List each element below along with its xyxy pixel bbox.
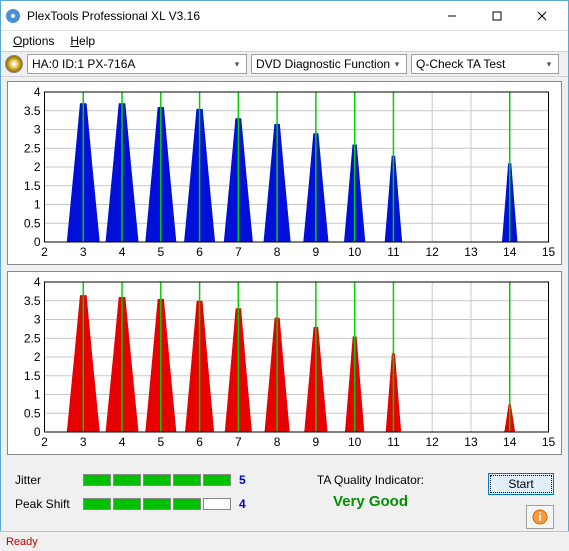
ta-label: TA Quality Indicator: [267, 473, 474, 487]
svg-text:7: 7 [235, 435, 242, 449]
svg-text:0.5: 0.5 [24, 406, 41, 420]
svg-text:0: 0 [34, 425, 41, 439]
device-select[interactable]: HA:0 ID:1 PX-716A ▾ [27, 54, 247, 74]
jitter-row: Jitter 5 [15, 473, 253, 487]
svg-text:2: 2 [41, 245, 48, 259]
svg-text:0: 0 [34, 235, 41, 249]
menubar: Options Help [1, 31, 568, 51]
disc-icon [5, 55, 23, 73]
svg-text:4: 4 [34, 275, 41, 289]
svg-text:2.5: 2.5 [24, 141, 41, 155]
svg-text:5: 5 [157, 435, 164, 449]
svg-text:1.5: 1.5 [24, 369, 41, 383]
button-column: Start i [488, 473, 554, 529]
metrics: Jitter 5 Peak Shift 4 [15, 473, 253, 511]
svg-text:6: 6 [196, 435, 203, 449]
jitter-value: 5 [239, 473, 253, 487]
functions-select[interactable]: DVD Diagnostic Functions ▾ [251, 54, 407, 74]
functions-select-label: DVD Diagnostic Functions [256, 57, 390, 71]
svg-text:4: 4 [119, 435, 126, 449]
test-select[interactable]: Q-Check TA Test ▾ [411, 54, 559, 74]
svg-text:15: 15 [542, 435, 556, 449]
segment [83, 474, 111, 486]
svg-text:10: 10 [348, 435, 362, 449]
segment [203, 474, 231, 486]
toolbar: HA:0 ID:1 PX-716A ▾ DVD Diagnostic Funct… [1, 51, 568, 77]
svg-text:i: i [538, 510, 541, 524]
maximize-button[interactable] [474, 1, 519, 30]
ta-value: Very Good [267, 493, 474, 510]
segment [143, 498, 171, 510]
chart-bottom: 0 0.5 1 1.5 2 2.5 3 3.5 4 2 3 4 5 6 7 8 9 10 11 12 13 14 15 [7, 271, 562, 455]
svg-text:4: 4 [34, 85, 41, 99]
bottom-panel: Jitter 5 Peak Shift 4 TA Quality Indicat… [1, 465, 568, 537]
svg-text:14: 14 [503, 435, 517, 449]
svg-text:3: 3 [80, 435, 87, 449]
svg-text:3.5: 3.5 [24, 294, 41, 308]
minimize-button[interactable] [429, 1, 474, 30]
svg-text:2: 2 [34, 350, 41, 364]
segment [143, 474, 171, 486]
segment [203, 498, 231, 510]
jitter-bar [83, 474, 231, 486]
svg-text:8: 8 [274, 435, 281, 449]
svg-text:9: 9 [313, 435, 320, 449]
status-text: Ready [6, 536, 38, 548]
svg-text:11: 11 [387, 245, 400, 259]
close-button[interactable] [519, 1, 564, 30]
segment [113, 474, 141, 486]
jitter-label: Jitter [15, 473, 75, 487]
svg-text:0.5: 0.5 [24, 216, 41, 230]
titlebar: PlexTools Professional XL V3.16 [1, 1, 568, 31]
chart-top: 0 0.5 1 1.5 2 2.5 3 3.5 4 2 3 4 5 6 7 8 9 10 11 12 13 14 15 [7, 81, 562, 265]
chart-area: 00.511.522.533.5423456789101112131415 00… [1, 77, 568, 465]
svg-text:1: 1 [34, 198, 41, 212]
svg-text:8: 8 [274, 245, 281, 259]
svg-text:3.5: 3.5 [24, 104, 41, 118]
menu-help[interactable]: Help [64, 32, 101, 50]
peakshift-row: Peak Shift 4 [15, 497, 253, 511]
segment [83, 498, 111, 510]
test-select-label: Q-Check TA Test [416, 57, 542, 71]
ta-indicator: TA Quality Indicator: Very Good [267, 473, 474, 510]
svg-text:6: 6 [196, 245, 203, 259]
segment [113, 498, 141, 510]
peakshift-label: Peak Shift [15, 497, 75, 511]
svg-text:13: 13 [464, 435, 478, 449]
svg-text:3: 3 [34, 123, 41, 137]
info-icon: i [532, 509, 548, 525]
svg-text:3: 3 [34, 313, 41, 327]
svg-text:15: 15 [542, 245, 556, 259]
chevron-down-icon: ▾ [230, 59, 244, 70]
svg-text:2: 2 [41, 435, 48, 449]
svg-text:12: 12 [426, 245, 440, 259]
chevron-down-icon: ▾ [542, 59, 556, 70]
window-title: PlexTools Professional XL V3.16 [27, 9, 429, 23]
statusbar: Ready [0, 531, 569, 551]
svg-text:11: 11 [387, 435, 400, 449]
start-button[interactable]: Start [488, 473, 554, 495]
segment [173, 498, 201, 510]
svg-text:2.5: 2.5 [24, 331, 41, 345]
app-icon [5, 8, 21, 24]
svg-text:4: 4 [119, 245, 126, 259]
svg-text:1.5: 1.5 [24, 179, 41, 193]
peakshift-value: 4 [239, 497, 253, 511]
svg-text:7: 7 [235, 245, 242, 259]
svg-text:9: 9 [313, 245, 320, 259]
segment [173, 474, 201, 486]
svg-text:12: 12 [426, 435, 440, 449]
peakshift-bar [83, 498, 231, 510]
svg-text:10: 10 [348, 245, 362, 259]
svg-text:3: 3 [80, 245, 87, 259]
chevron-down-icon: ▾ [390, 59, 404, 70]
svg-text:1: 1 [34, 388, 41, 402]
device-select-label: HA:0 ID:1 PX-716A [32, 57, 230, 71]
svg-text:14: 14 [503, 245, 517, 259]
svg-text:2: 2 [34, 160, 41, 174]
svg-text:13: 13 [464, 245, 478, 259]
info-button[interactable]: i [526, 505, 554, 529]
menu-options[interactable]: Options [7, 32, 60, 50]
svg-text:5: 5 [157, 245, 164, 259]
